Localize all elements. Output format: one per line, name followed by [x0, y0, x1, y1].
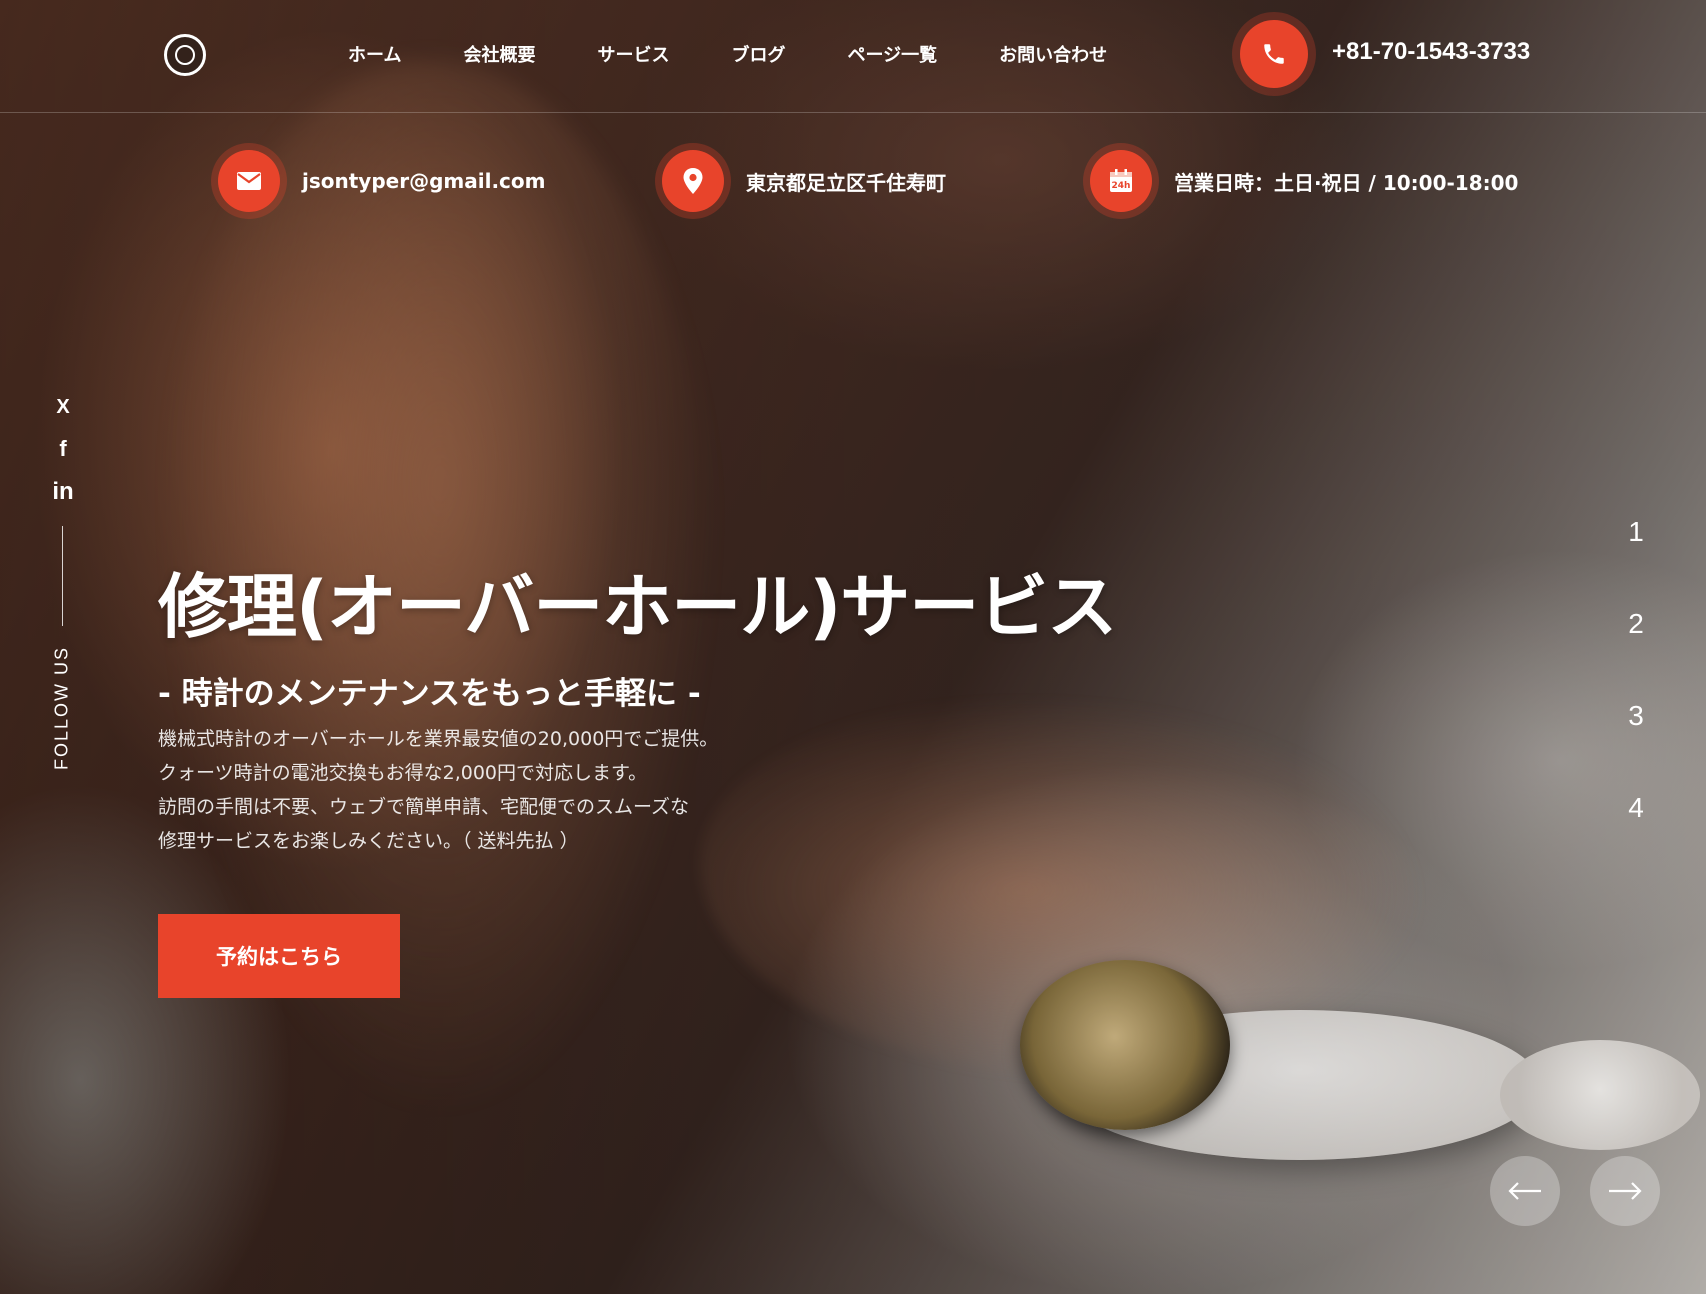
logo-mark: [175, 45, 195, 65]
linkedin-icon[interactable]: in: [52, 478, 74, 506]
phone-icon: [1264, 44, 1284, 64]
follow-us-label: FOLLOW US: [51, 645, 72, 771]
hero-desc-line: 機械式時計のオーバーホールを業界最安値の20,000円でご提供。: [158, 728, 719, 750]
nav-item-company[interactable]: 会社概要: [463, 42, 535, 70]
nav-item-pages[interactable]: ページ一覧: [847, 42, 937, 70]
info-hours: 24h 営業日時：土日·祝日 / 10:00-18:00: [1090, 150, 1518, 212]
nav-item-blog[interactable]: ブログ: [731, 42, 785, 70]
phone-number[interactable]: +81-70-1543-3733: [1332, 38, 1530, 66]
slide-number-3[interactable]: 3: [1624, 700, 1648, 732]
info-email: jsontyper@gmail.com: [218, 150, 545, 212]
nav-item-contact[interactable]: お問い合わせ: [999, 42, 1107, 70]
location-pin-icon: [662, 150, 724, 212]
facebook-icon[interactable]: f: [52, 436, 74, 462]
hero-title: 修理(オーバーホール)サービス: [158, 566, 1117, 648]
hero-desc-line: 修理サービスをお楽しみください。（ 送料先払 ）: [158, 830, 579, 852]
social-follow-bar: X f in FOLLOW US: [42, 396, 82, 786]
top-navigation-bar: ホーム 会社概要 サービス ブログ ページ一覧 お問い合わせ +81-70-15…: [0, 0, 1706, 113]
nav-item-home[interactable]: ホーム: [348, 42, 401, 70]
slide-number-2[interactable]: 2: [1624, 608, 1648, 640]
reservation-button[interactable]: 予約はこちら: [158, 914, 400, 998]
email-link[interactable]: jsontyper@gmail.com: [302, 169, 545, 193]
phone-call-button[interactable]: [1240, 20, 1308, 88]
hero-description: 機械式時計のオーバーホールを業界最安値の20,000円でご提供。 クォーツ時計の…: [158, 722, 718, 858]
calendar-badge-text: 24h: [1112, 181, 1131, 191]
info-address: 東京都足立区千住寿町: [662, 150, 946, 212]
slide-number-4[interactable]: 4: [1624, 792, 1648, 824]
follow-divider: [62, 526, 63, 626]
hero-desc-line: クォーツ時計の電池交換もお得な2,000円で対応します。: [158, 762, 648, 784]
hero-desc-line: 訪問の手間は不要、ウェブで簡単申請、宅配便でのスムーズな: [158, 796, 690, 818]
x-social-icon[interactable]: X: [52, 396, 74, 419]
arrow-left-icon: [1508, 1182, 1541, 1200]
main-nav: ホーム 会社概要 サービス ブログ ページ一覧 お問い合わせ: [348, 42, 1169, 70]
hero-subtitle: - 時計のメンテナンスをもっと手軽に -: [158, 676, 701, 712]
calendar-24h-icon: 24h: [1090, 150, 1152, 212]
nav-item-services[interactable]: サービス: [597, 42, 669, 70]
slide-number-1[interactable]: 1: [1624, 516, 1648, 548]
slider-prev-button[interactable]: [1490, 1156, 1560, 1226]
slider-next-button[interactable]: [1590, 1156, 1660, 1226]
arrow-right-icon: [1609, 1182, 1642, 1200]
business-hours-text: 営業日時：土日·祝日 / 10:00-18:00: [1174, 170, 1519, 195]
mail-icon: [218, 150, 280, 212]
site-logo[interactable]: [164, 34, 206, 76]
address-text: 東京都足立区千住寿町: [746, 170, 946, 195]
